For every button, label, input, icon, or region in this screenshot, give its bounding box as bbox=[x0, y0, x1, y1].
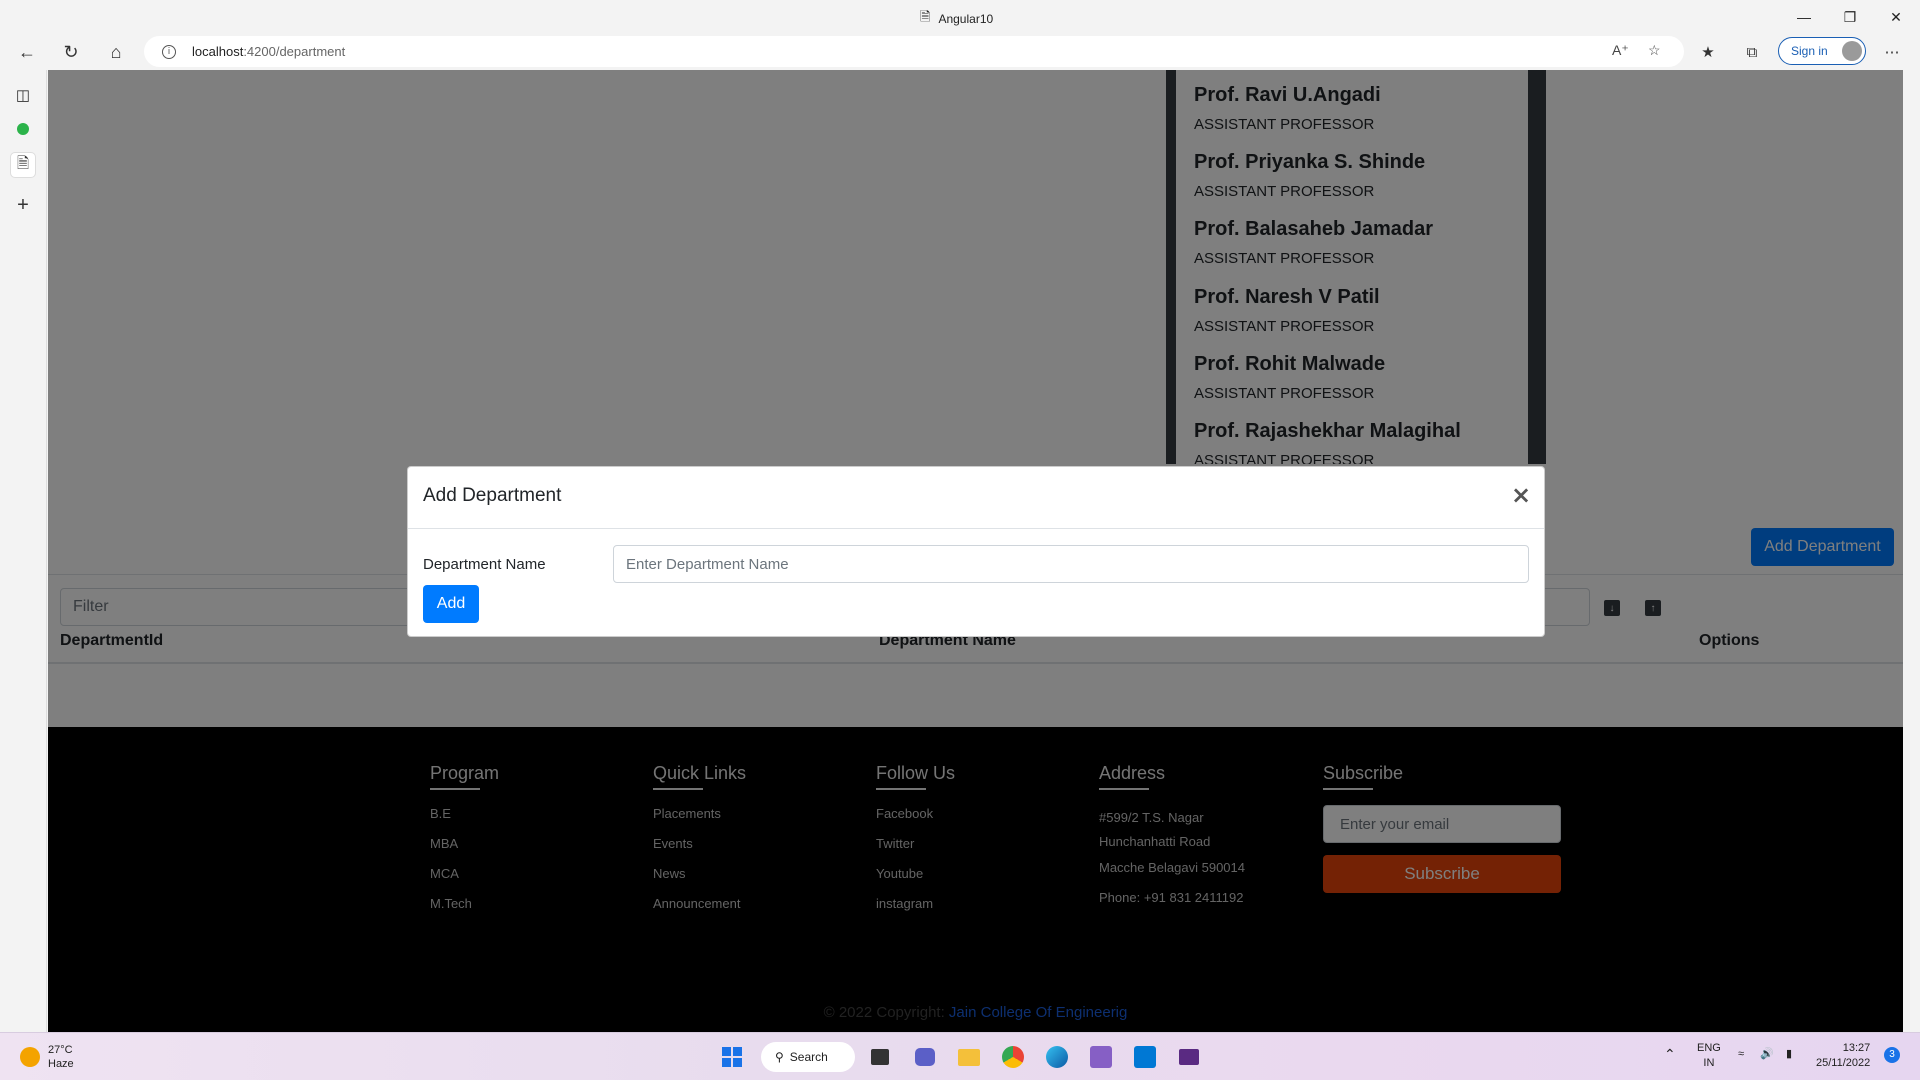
sun-haze-icon bbox=[20, 1047, 40, 1067]
extension-icon[interactable] bbox=[10, 116, 36, 142]
date: 25/11/2022 bbox=[1816, 1057, 1871, 1069]
department-name-input[interactable]: Enter Department Name bbox=[613, 545, 1529, 583]
tab-title[interactable]: 🗎 Angular10 bbox=[920, 8, 993, 30]
show-hidden-icons[interactable]: ⌃ bbox=[1664, 1047, 1676, 1062]
vscode-icon[interactable] bbox=[1129, 1041, 1161, 1073]
lang-top: ENG bbox=[1697, 1042, 1721, 1054]
modal-title: Add Department bbox=[423, 485, 562, 506]
visual-studio-icon[interactable] bbox=[1085, 1041, 1117, 1073]
sign-in-button[interactable]: Sign in bbox=[1778, 37, 1866, 65]
close-window-icon[interactable]: ✕ bbox=[1876, 4, 1916, 30]
task-view-icon[interactable] bbox=[864, 1041, 896, 1073]
scrollbar[interactable] bbox=[1903, 70, 1920, 1032]
collections-icon[interactable]: ⧉ bbox=[1738, 39, 1766, 65]
url-host: localhost bbox=[192, 44, 244, 59]
battery-icon[interactable]: ▮ bbox=[1786, 1047, 1792, 1062]
wifi-icon[interactable]: ≈ bbox=[1738, 1047, 1744, 1062]
page-icon: 🗎 bbox=[920, 9, 931, 24]
chat-icon[interactable] bbox=[909, 1041, 941, 1073]
browser-sidebar: ◫ 🗎 + bbox=[0, 70, 47, 1032]
back-icon[interactable]: ← bbox=[12, 39, 42, 65]
taskbar-search[interactable]: ⚲ Search bbox=[761, 1042, 855, 1072]
notification-badge[interactable]: 3 bbox=[1884, 1047, 1900, 1063]
weather-widget[interactable]: 27°C Haze bbox=[20, 1043, 74, 1071]
minimize-icon[interactable]: — bbox=[1784, 4, 1824, 30]
temperature: 27°C bbox=[48, 1044, 73, 1056]
search-label: Search bbox=[789, 1050, 828, 1064]
file-explorer-icon[interactable] bbox=[953, 1041, 985, 1073]
modal-header: Add Department × bbox=[408, 467, 1544, 529]
terminal-icon[interactable] bbox=[1173, 1041, 1205, 1073]
volume-icon[interactable]: 🔊 bbox=[1760, 1047, 1774, 1062]
favorites-icon[interactable]: ★ bbox=[1694, 39, 1722, 65]
time: 13:27 bbox=[1842, 1042, 1871, 1054]
read-aloud-icon[interactable]: A⁺ bbox=[1612, 42, 1629, 59]
page-tab-icon[interactable]: 🗎 bbox=[10, 152, 36, 178]
new-tab-icon[interactable]: + bbox=[10, 192, 36, 218]
add-button[interactable]: Add bbox=[423, 585, 479, 623]
close-icon[interactable]: × bbox=[1511, 483, 1531, 507]
refresh-icon[interactable]: ↻ bbox=[56, 39, 86, 65]
address-bar-row: ← ↻ ⌂ i localhost:4200/department A⁺ ☆ ★… bbox=[0, 34, 1920, 70]
weather-condition: Haze bbox=[48, 1058, 74, 1070]
info-icon[interactable]: i bbox=[162, 44, 176, 59]
tab-actions-icon[interactable]: ◫ bbox=[10, 82, 36, 108]
department-name-label: Department Name bbox=[423, 556, 546, 573]
add-department-modal: Add Department × Department Name Enter D… bbox=[407, 466, 1545, 637]
sign-in-label: Sign in bbox=[1791, 44, 1828, 58]
restore-icon[interactable]: ❐ bbox=[1830, 4, 1870, 30]
edge-icon[interactable] bbox=[1041, 1041, 1073, 1073]
chrome-icon[interactable] bbox=[997, 1041, 1029, 1073]
add-favorite-icon[interactable]: ☆ bbox=[1648, 42, 1661, 59]
avatar bbox=[1842, 41, 1862, 61]
clock[interactable]: 13:27 25/11/2022 bbox=[1816, 1041, 1870, 1071]
title-bar: 🗎 Angular10 — ❐ ✕ bbox=[0, 0, 1920, 34]
lang-bottom: IN bbox=[1703, 1057, 1715, 1069]
more-icon[interactable]: ⋯ bbox=[1878, 39, 1906, 65]
language-indicator[interactable]: ENG IN bbox=[1697, 1041, 1721, 1071]
home-icon[interactable]: ⌂ bbox=[101, 39, 131, 65]
taskbar: 27°C Haze ⚲ Search ⌃ ENG IN ≈ 🔊 ▮ 13:27 … bbox=[0, 1032, 1920, 1080]
search-icon: ⚲ bbox=[775, 1050, 784, 1064]
tab-title-text: Angular10 bbox=[938, 12, 994, 26]
url-path: :4200/department bbox=[243, 44, 346, 59]
address-bar[interactable]: i localhost:4200/department bbox=[144, 36, 1684, 67]
start-icon[interactable] bbox=[716, 1041, 748, 1073]
